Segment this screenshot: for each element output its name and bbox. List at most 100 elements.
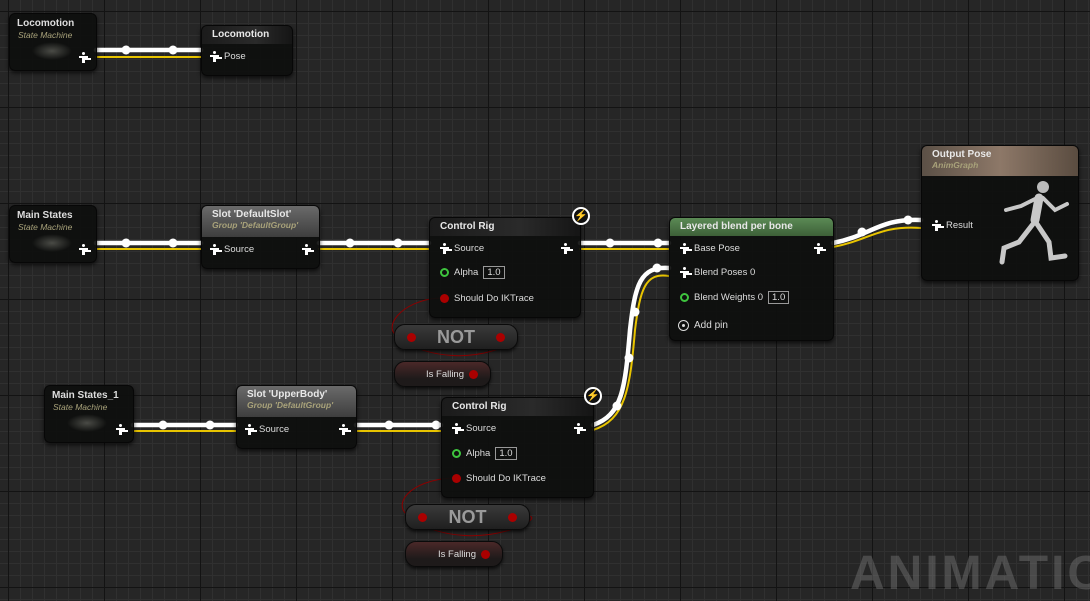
alpha-pin[interactable]: Alpha 1.0	[452, 447, 517, 460]
pose-icon	[245, 424, 254, 435]
pin-label: Source	[466, 423, 497, 434]
float-pin-icon	[680, 293, 689, 302]
pose-icon	[79, 244, 88, 255]
running-mannequin-icon	[999, 181, 1069, 265]
wire-knot	[158, 420, 168, 430]
main-states-1-node[interactable]: Main States_1 State Machine	[44, 385, 134, 443]
bool-pin-icon	[440, 294, 449, 303]
wire-knot	[345, 238, 355, 248]
control-rig-node[interactable]: Control Rig Source Alpha 1.0 Should Do IK…	[429, 217, 581, 318]
wire-knot	[653, 238, 663, 248]
pose-icon	[574, 423, 583, 434]
pose-output-pin[interactable]	[79, 244, 88, 255]
should-do-iktrace-pin[interactable]: Should Do IKTrace	[452, 473, 546, 484]
pose-icon	[814, 243, 823, 254]
not-node[interactable]: NOT	[405, 504, 530, 530]
node-title: Slot 'DefaultSlot'	[212, 209, 292, 220]
alpha-value-input[interactable]: 1.0	[495, 447, 517, 460]
pin-label: Should Do IKTrace	[466, 473, 546, 484]
source-pin[interactable]: Source	[452, 423, 496, 434]
pose-output-pin[interactable]	[79, 52, 88, 63]
wire-knot	[384, 420, 394, 430]
bool-pin-icon[interactable]	[481, 550, 490, 559]
blend-poses-pin[interactable]: Blend Poses 0	[680, 267, 755, 278]
wire-knot	[652, 263, 662, 273]
source-pin[interactable]: Source	[440, 243, 484, 254]
node-preview	[32, 234, 72, 252]
is-falling-node[interactable]: Is Falling	[405, 541, 503, 567]
result-pin[interactable]: Result	[932, 220, 973, 231]
node-title: Control Rig	[430, 218, 580, 236]
pose-icon	[210, 244, 219, 255]
node-header: Slot 'DefaultSlot' Group 'DefaultGroup'	[202, 206, 319, 237]
pose-output-pin[interactable]	[116, 424, 125, 435]
pose-output-pin[interactable]	[339, 424, 348, 435]
pin-label: Alpha	[466, 448, 491, 459]
pose-output-pin[interactable]	[574, 423, 583, 434]
wire-knot	[393, 238, 403, 248]
node-header: Output Pose AnimGraph	[922, 146, 1078, 176]
add-circle-icon	[678, 320, 689, 331]
lightning-icon: ⚡	[584, 387, 602, 405]
pin-label: Base Pose	[694, 243, 740, 254]
pose-wire	[830, 217, 924, 246]
node-subtitle: State Machine	[18, 30, 73, 40]
layered-blend-per-bone-node[interactable]: Layered blend per bone Base Pose Blend P…	[669, 217, 834, 341]
pin-label: Blend Poses 0	[694, 267, 756, 278]
graph-watermark: ANIMATION	[850, 547, 1090, 600]
not-node[interactable]: NOT	[394, 324, 518, 350]
wire-knot	[431, 420, 441, 430]
pose-icon	[116, 424, 125, 435]
control-rig-node[interactable]: Control Rig Source Alpha 1.0 Should Do IK…	[441, 397, 594, 498]
base-pose-pin[interactable]: Base Pose	[680, 243, 740, 254]
pin-label: Blend Weights 0	[694, 292, 764, 303]
blend-weights-pin[interactable]: Blend Weights 0 1.0	[680, 291, 790, 304]
pose-output-pin[interactable]	[814, 243, 823, 254]
wire-shadow	[592, 274, 670, 431]
pose-icon	[339, 424, 348, 435]
pose-icon	[79, 52, 88, 63]
blend-weights-value-input[interactable]: 1.0	[768, 291, 790, 304]
wire-knot	[605, 238, 615, 248]
node-preview	[32, 42, 72, 60]
pose-icon	[210, 51, 219, 62]
pin-label: Pose	[224, 51, 246, 62]
node-title: Locomotion	[202, 26, 292, 44]
add-pin-button[interactable]: Add pin	[678, 320, 728, 331]
alpha-value-input[interactable]: 1.0	[483, 266, 505, 279]
bool-pin-icon[interactable]	[508, 513, 517, 522]
slot-upperbody-node[interactable]: Slot 'UpperBody' Group 'DefaultGroup' So…	[236, 385, 357, 449]
pose-output-pin[interactable]	[561, 243, 570, 254]
is-falling-node[interactable]: Is Falling	[394, 361, 491, 387]
pose-icon	[452, 423, 461, 434]
bool-pin-icon[interactable]	[496, 333, 505, 342]
pose-icon	[440, 243, 449, 254]
output-pose-node[interactable]: Output Pose AnimGraph Result	[921, 145, 1079, 281]
node-title: Control Rig	[442, 398, 593, 416]
wire-knot	[205, 420, 215, 430]
locomotion-state-machine-node[interactable]: Locomotion State Machine	[9, 13, 97, 71]
pose-output-pin[interactable]	[302, 244, 311, 255]
node-title: Output Pose	[932, 149, 992, 160]
pose-input-pin[interactable]: Pose	[210, 51, 246, 62]
node-preview	[67, 414, 107, 432]
pin-label: Source	[454, 243, 485, 254]
bool-pin-icon[interactable]	[469, 370, 478, 379]
alpha-pin[interactable]: Alpha 1.0	[440, 266, 505, 279]
bool-pin-icon	[452, 474, 461, 483]
should-do-iktrace-pin[interactable]: Should Do IKTrace	[440, 293, 534, 304]
pin-label: Source	[259, 424, 290, 435]
wire-knot	[121, 238, 131, 248]
slot-defaultslot-node[interactable]: Slot 'DefaultSlot' Group 'DefaultGroup' …	[201, 205, 320, 269]
node-subtitle: Group 'DefaultGroup'	[212, 220, 299, 230]
source-pin[interactable]: Source	[210, 244, 254, 255]
float-pin-icon	[452, 449, 461, 458]
source-pin[interactable]: Source	[245, 424, 289, 435]
pose-icon	[302, 244, 311, 255]
pose-icon	[680, 267, 689, 278]
node-title: Locomotion	[17, 18, 75, 29]
node-title: Main States_1	[52, 390, 119, 401]
locomotion-pose-node[interactable]: Locomotion Pose	[201, 25, 293, 76]
node-subtitle: State Machine	[53, 402, 108, 412]
main-states-node[interactable]: Main States State Machine	[9, 205, 97, 263]
